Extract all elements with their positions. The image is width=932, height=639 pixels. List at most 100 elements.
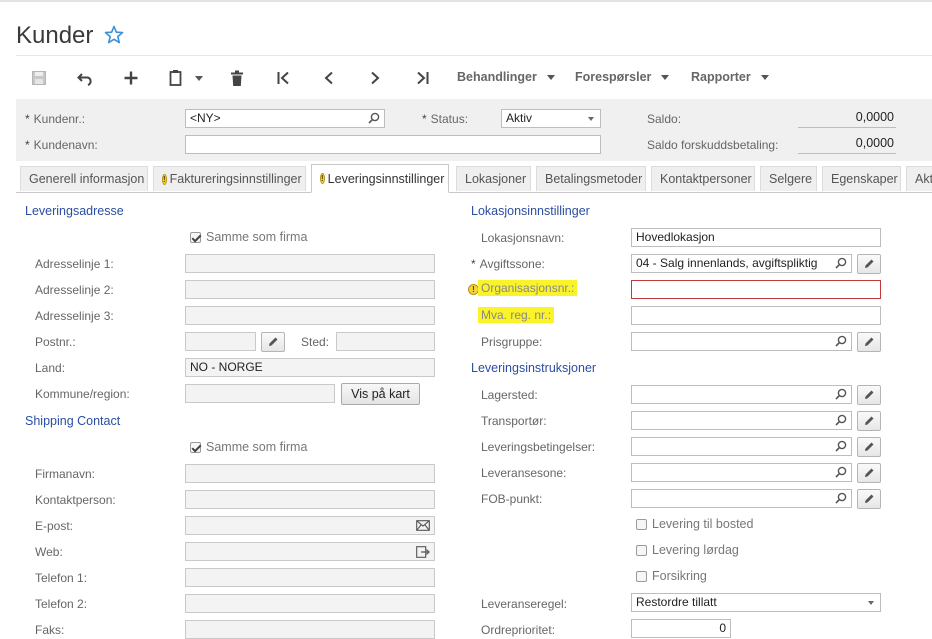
tab-lokasjoner[interactable]: Lokasjoner	[456, 166, 531, 191]
adresse2-input[interactable]	[185, 280, 435, 299]
tab-selgere[interactable]: Selgere	[760, 166, 817, 191]
search-icon[interactable]	[835, 414, 847, 429]
prisgruppe-input[interactable]	[631, 332, 852, 351]
tab-betalingsmetoder[interactable]: Betalingsmetoder	[536, 166, 646, 191]
delete-icon[interactable]	[224, 66, 250, 90]
leveranseregel-select[interactable]: Restordre tillatt	[631, 593, 881, 612]
checkbox-icon[interactable]	[636, 570, 647, 582]
checkbox-checked-icon[interactable]	[190, 441, 201, 453]
levering-bosted-checkbox[interactable]: Levering til bosted	[636, 517, 753, 531]
orgnr-input[interactable]	[631, 280, 881, 299]
firmanavn-input[interactable]	[185, 464, 435, 483]
tab-generell-informasjon[interactable]: Generell informasjon	[20, 166, 148, 191]
tab-aktiviteter[interactable]: Akti	[906, 166, 932, 191]
leveringsbetingelser-input[interactable]	[631, 437, 852, 456]
checkbox-label: Samme som firma	[206, 230, 308, 244]
tab-egenskaper[interactable]: Egenskaper	[822, 166, 901, 191]
same-as-company-checkbox-2[interactable]: Samme som firma	[190, 440, 307, 454]
search-icon[interactable]	[835, 388, 847, 403]
lokasjonsnavn-input[interactable]: Hovedlokasjon	[631, 228, 881, 247]
save-icon[interactable]	[26, 66, 52, 90]
checkbox-label: Forsikring	[652, 569, 707, 583]
land-label: Land:	[35, 361, 66, 375]
telefon1-label: Telefon 1:	[35, 571, 88, 585]
transportor-edit-button[interactable]	[857, 411, 881, 431]
avgiftssone-edit-button[interactable]	[857, 254, 881, 274]
clipboard-icon[interactable]	[163, 66, 189, 90]
mva-input[interactable]	[631, 306, 881, 325]
undo-icon[interactable]	[73, 66, 99, 90]
status-select[interactable]: Aktiv	[501, 109, 601, 128]
kundenr-input[interactable]: <NY>	[185, 109, 385, 128]
checkbox-icon[interactable]	[636, 518, 647, 530]
last-record-icon[interactable]	[409, 66, 435, 90]
previous-record-icon[interactable]	[316, 66, 342, 90]
tab-label: Kontaktpersoner	[660, 172, 752, 186]
checkbox-icon[interactable]	[636, 544, 647, 556]
prisgruppe-edit-button[interactable]	[857, 332, 881, 352]
menu-foresporsler[interactable]: Forespørsler	[575, 70, 670, 84]
search-icon[interactable]	[835, 257, 847, 272]
same-as-company-checkbox[interactable]: Samme som firma	[190, 230, 307, 244]
chevron-down-icon	[868, 601, 874, 605]
clipboard-dropdown-chevron-icon[interactable]	[190, 66, 208, 90]
avgiftssone-input[interactable]: 04 - Salg innenlands, avgiftspliktig	[631, 254, 852, 273]
prisgruppe-label: Prisgruppe:	[481, 335, 543, 349]
telefon1-input[interactable]	[185, 568, 435, 587]
tab-kontaktpersoner[interactable]: Kontaktpersoner	[651, 166, 755, 191]
adresse3-input[interactable]	[185, 306, 435, 325]
pencil-icon	[865, 390, 874, 399]
kundenavn-input[interactable]	[185, 135, 601, 154]
search-icon[interactable]	[835, 492, 847, 507]
next-record-icon[interactable]	[362, 66, 388, 90]
section-leveringsadresse: Leveringsadresse	[25, 204, 124, 218]
tab-leveringsinnstillinger[interactable]: ! Leveringsinnstillinger	[311, 164, 449, 193]
sted-input[interactable]	[336, 332, 435, 351]
open-link-icon[interactable]	[416, 546, 430, 560]
tab-label: Lokasjoner	[465, 172, 527, 186]
vis-paa-kart-button[interactable]: Vis på kart	[341, 383, 420, 405]
pencil-icon	[865, 494, 874, 503]
leveransesone-label: Leveransesone:	[481, 466, 567, 480]
ordreprioritet-input[interactable]: 0	[631, 619, 731, 638]
checkbox-checked-icon[interactable]	[190, 231, 201, 243]
lagersted-input[interactable]	[631, 385, 852, 404]
search-icon[interactable]	[835, 335, 847, 350]
section-leveringsinstruksjoner: Leveringsinstruksjoner	[471, 361, 597, 375]
forsikring-checkbox[interactable]: Forsikring	[636, 569, 707, 583]
fob-input[interactable]	[631, 489, 852, 508]
leveringsbetingelser-edit-button[interactable]	[857, 437, 881, 457]
tab-label: Akti	[915, 172, 932, 186]
epost-input[interactable]	[185, 516, 435, 535]
pencil-icon	[865, 442, 874, 451]
kundenavn-label: * Kundenavn:	[25, 138, 98, 152]
search-icon[interactable]	[835, 440, 847, 455]
tab-faktureringsinnstillinger[interactable]: ! Faktureringsinnstillinger	[153, 166, 306, 191]
add-icon[interactable]	[118, 66, 144, 90]
telefon2-input[interactable]	[185, 594, 435, 613]
first-record-icon[interactable]	[271, 66, 297, 90]
leveransesone-input[interactable]	[631, 463, 852, 482]
adresse1-input[interactable]	[185, 254, 435, 273]
search-icon[interactable]	[835, 466, 847, 481]
menu-behandlinger[interactable]: Behandlinger	[457, 70, 555, 84]
postnr-edit-button[interactable]	[261, 332, 285, 352]
leveransesone-edit-button[interactable]	[857, 463, 881, 483]
levering-lordag-checkbox[interactable]: Levering lørdag	[636, 543, 739, 557]
envelope-icon[interactable]	[416, 520, 430, 534]
kontaktperson-input[interactable]	[185, 490, 435, 509]
lagersted-edit-button[interactable]	[857, 385, 881, 405]
postnr-input[interactable]	[185, 332, 256, 351]
search-icon[interactable]	[368, 112, 380, 127]
saldo-label: Saldo:	[647, 112, 682, 126]
land-input[interactable]: NO - NORGE	[185, 358, 435, 377]
kommune-input[interactable]	[185, 384, 335, 403]
faks-input[interactable]	[185, 620, 435, 639]
section-shipping-contact: Shipping Contact	[25, 414, 121, 428]
transportor-input[interactable]	[631, 411, 852, 430]
web-input[interactable]	[185, 542, 435, 561]
favorite-star-icon[interactable]	[104, 25, 124, 45]
pencil-icon	[865, 259, 874, 268]
fob-edit-button[interactable]	[857, 489, 881, 509]
menu-rapporter[interactable]: Rapporter	[691, 70, 769, 84]
